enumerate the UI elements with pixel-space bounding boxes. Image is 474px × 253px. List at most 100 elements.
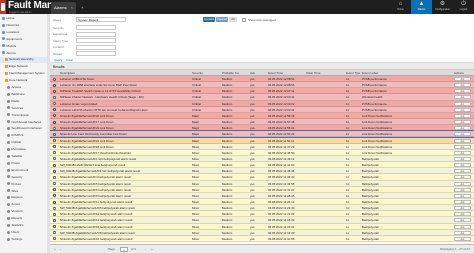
row-select-checkbox[interactable] bbox=[53, 77, 56, 81]
sidebar-item[interactable]: Transmission bbox=[0, 113, 50, 118]
row-select-checkbox[interactable] bbox=[53, 139, 56, 142]
sidebar-item[interactable]: Network Hierarchy bbox=[0, 57, 50, 63]
ack-button[interactable]: Ack bbox=[454, 126, 471, 131]
row-select-checkbox[interactable] bbox=[53, 126, 56, 130]
last-page-button[interactable]: » bbox=[151, 247, 153, 251]
status-cleared-button[interactable]: Cleared bbox=[216, 17, 228, 22]
close-icon[interactable]: × bbox=[70, 5, 72, 10]
table-row[interactable]: Nhtoe11 ZigabitEthernet1/0/16 belt/polyu… bbox=[50, 235, 474, 243]
ack-button[interactable]: Ack bbox=[454, 212, 471, 217]
sidebar-item[interactable]: Probes bbox=[0, 182, 50, 187]
ack-button[interactable]: Ack bbox=[454, 181, 471, 186]
row-select-checkbox[interactable] bbox=[53, 175, 56, 179]
sidebar-item[interactable]: IP/MPLS bbox=[0, 133, 50, 138]
sidebar-item[interactable]: Fault Management System bbox=[0, 71, 50, 76]
row-select-checkbox[interactable] bbox=[53, 163, 56, 167]
prev-page-button[interactable]: ‹ bbox=[60, 247, 61, 251]
page-input[interactable]: 1 bbox=[120, 246, 128, 252]
sidebar-item[interactable]: Microwave bbox=[0, 147, 50, 152]
ack-button[interactable]: Ack bbox=[454, 101, 471, 106]
sidebar-item[interactable]: Southbound Interfaces bbox=[0, 126, 50, 131]
nav-alarms[interactable]: ▲ Alarms bbox=[411, 0, 432, 14]
sidebar-item[interactable]: Equipments bbox=[0, 37, 50, 42]
sidebar-item[interactable]: Northbound Interfaces bbox=[0, 120, 50, 125]
sidebar-item[interactable]: Alarms bbox=[0, 51, 50, 56]
sidebar-item[interactable]: Zones bbox=[0, 202, 50, 207]
sidebar-item[interactable]: Sites bbox=[0, 189, 50, 194]
sidebar-item[interactable]: Models bbox=[0, 44, 50, 49]
ack-button[interactable]: Ack bbox=[454, 206, 471, 211]
row-select-checkbox[interactable] bbox=[53, 206, 56, 210]
sidebar-item[interactable]: Radio bbox=[0, 99, 50, 104]
nav-configuration[interactable]: ⚙ Configuration bbox=[432, 0, 453, 14]
filter-input[interactable] bbox=[76, 51, 116, 57]
sidebar-item[interactable]: Home bbox=[0, 16, 50, 21]
sidebar-item[interactable]: Statistics bbox=[0, 223, 50, 228]
row-select-checkbox[interactable] bbox=[53, 83, 56, 87]
ack-button[interactable]: Ack bbox=[454, 132, 471, 137]
row-select-checkbox[interactable] bbox=[53, 151, 56, 155]
row-select-checkbox[interactable] bbox=[53, 200, 56, 204]
ack-button[interactable]: Ack bbox=[454, 193, 471, 198]
ack-button[interactable]: Ack bbox=[454, 150, 471, 155]
ack-button[interactable]: Ack bbox=[454, 113, 471, 118]
sidebar-item[interactable]: Vendors bbox=[0, 209, 50, 214]
sidebar-item[interactable]: Settings bbox=[0, 237, 50, 242]
filter-input[interactable] bbox=[76, 44, 116, 50]
row-select-checkbox[interactable] bbox=[53, 188, 56, 192]
ack-button[interactable]: Ack bbox=[454, 83, 471, 88]
row-select-checkbox[interactable] bbox=[53, 120, 56, 124]
row-select-checkbox[interactable] bbox=[53, 169, 56, 173]
row-select-checkbox[interactable] bbox=[53, 114, 56, 118]
row-select-checkbox[interactable] bbox=[53, 95, 56, 99]
ack-button[interactable]: Ack bbox=[454, 95, 471, 100]
tab-alarms[interactable]: Alarms × bbox=[51, 2, 76, 14]
ack-button[interactable]: Ack bbox=[454, 230, 471, 235]
sidebar-item[interactable]: Security bbox=[0, 175, 50, 180]
ack-button[interactable]: Ack bbox=[454, 77, 471, 81]
ack-button[interactable]: Ack bbox=[454, 218, 471, 223]
add-tab-button[interactable]: + bbox=[78, 2, 87, 14]
query-select[interactable]: System Default bbox=[76, 17, 126, 22]
row-select-checkbox[interactable] bbox=[53, 212, 56, 216]
ack-button[interactable]: Ack bbox=[454, 89, 471, 94]
row-select-checkbox[interactable] bbox=[53, 89, 56, 93]
sidebar-item[interactable]: Core Network bbox=[0, 78, 50, 83]
ack-button[interactable]: Ack bbox=[454, 224, 471, 229]
ack-button[interactable]: Ack bbox=[454, 163, 471, 168]
ack-button[interactable]: Ack bbox=[454, 175, 471, 180]
query-button[interactable]: Query bbox=[52, 58, 64, 63]
ack-button[interactable]: Ack bbox=[454, 187, 471, 192]
sidebar-item[interactable]: Environment bbox=[0, 168, 50, 173]
row-select-checkbox[interactable] bbox=[53, 157, 56, 161]
status-current-button[interactable]: Current bbox=[203, 17, 215, 22]
sidebar-item[interactable]: Networks bbox=[0, 23, 50, 28]
sidebar-item[interactable]: Optical bbox=[0, 140, 50, 145]
ack-button[interactable]: Ack bbox=[454, 138, 471, 143]
next-page-button[interactable]: › bbox=[145, 247, 146, 251]
ack-button[interactable]: Ack bbox=[454, 156, 471, 161]
filter-input[interactable] bbox=[76, 25, 116, 30]
row-select-checkbox[interactable] bbox=[53, 225, 56, 229]
sidebar-item[interactable]: Reports bbox=[0, 216, 50, 221]
sidebar-item[interactable]: Power bbox=[0, 161, 50, 166]
row-select-checkbox[interactable] bbox=[53, 231, 56, 235]
row-select-checkbox[interactable] bbox=[53, 108, 56, 112]
ack-button[interactable]: Ack bbox=[454, 144, 471, 149]
filter-input[interactable] bbox=[76, 31, 116, 37]
row-select-checkbox[interactable] bbox=[53, 194, 56, 198]
sidebar-item[interactable]: Services bbox=[0, 106, 50, 111]
row-select-checkbox[interactable] bbox=[53, 237, 56, 241]
row-select-checkbox[interactable] bbox=[53, 182, 56, 186]
filter-input[interactable] bbox=[76, 38, 116, 44]
ack-button[interactable]: Ack bbox=[454, 107, 471, 112]
sidebar-item[interactable]: Edge Network bbox=[0, 64, 50, 69]
ack-button[interactable]: Ack bbox=[454, 200, 471, 204]
clear-button[interactable]: Clear bbox=[64, 58, 75, 63]
acknowledged-checkbox[interactable] bbox=[242, 17, 246, 22]
nav-home[interactable]: ⌂ Home bbox=[390, 0, 411, 14]
status-all-button[interactable]: All bbox=[229, 17, 237, 22]
sidebar-item[interactable]: Locations bbox=[0, 30, 50, 35]
sidebar-item[interactable]: Users bbox=[0, 230, 50, 235]
row-select-checkbox[interactable] bbox=[53, 132, 56, 136]
